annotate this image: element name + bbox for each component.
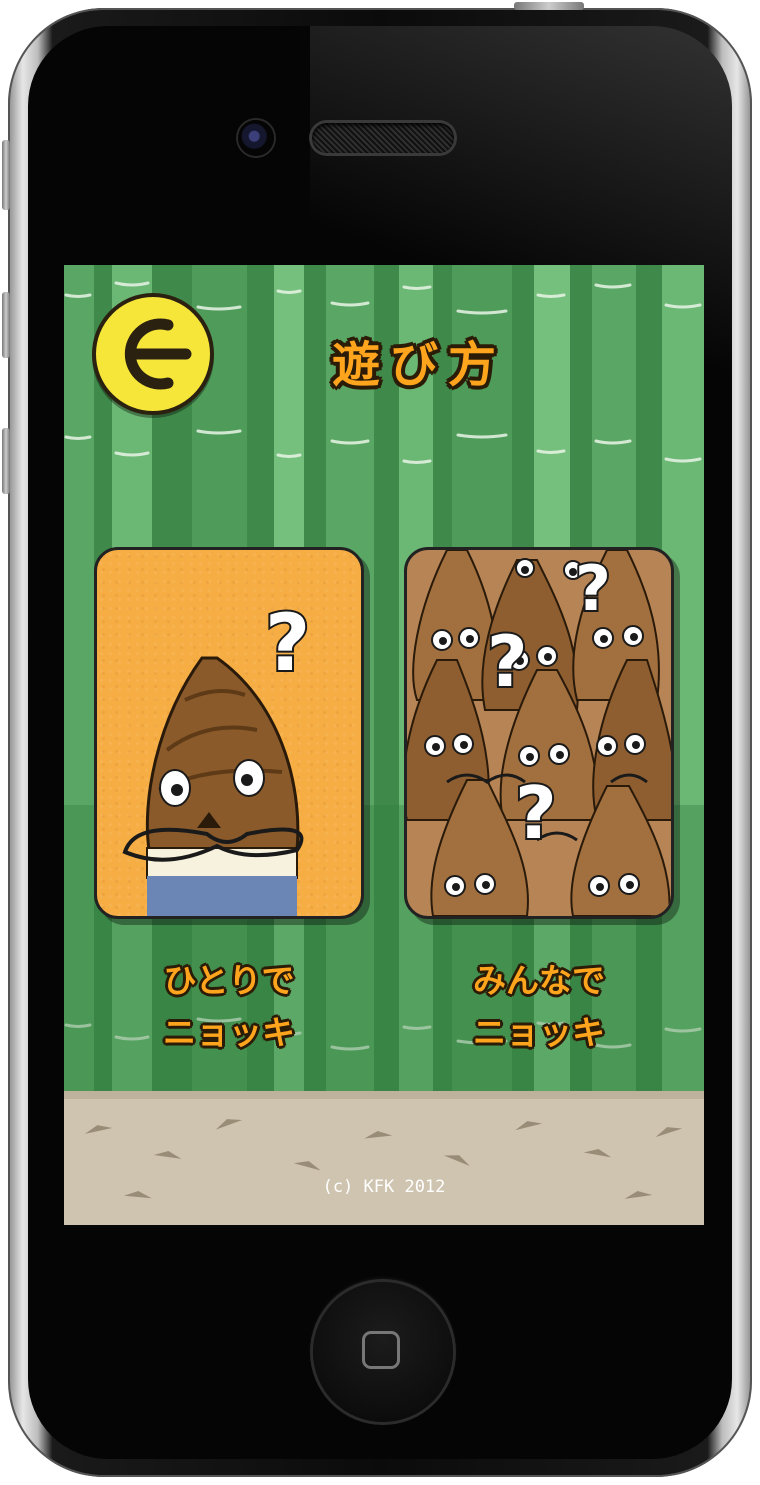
bamboo-shoot-character: ? <box>122 597 312 916</box>
page-title: 遊び方 <box>331 337 506 393</box>
ground-crack <box>653 1122 683 1138</box>
front-camera <box>238 120 274 156</box>
single-player-label-line1: ひとりで <box>163 961 295 1000</box>
volume-down-button <box>2 428 10 494</box>
back-button[interactable] <box>92 293 214 415</box>
ground-crack <box>293 1157 323 1171</box>
ground-crack <box>363 1129 393 1139</box>
copyright-text: (c) KFK 2012 <box>322 1177 446 1197</box>
multiplayer-label[interactable]: みんなで ニョッキ <box>404 955 674 1059</box>
home-button[interactable] <box>313 1282 453 1422</box>
earpiece-speaker <box>312 123 454 153</box>
volume-up-button <box>2 292 10 358</box>
single-player-label-line2: ニョッキ <box>163 1013 295 1052</box>
question-mark-icon: ? <box>265 599 310 689</box>
ground-crack <box>213 1114 243 1130</box>
single-player-card[interactable]: ? <box>94 547 364 919</box>
question-mark-icon: ? <box>575 552 611 625</box>
question-mark-icon: ? <box>515 771 557 855</box>
ground <box>64 1091 704 1225</box>
ground-crack <box>583 1146 613 1158</box>
power-button <box>514 2 584 10</box>
ground-crack <box>83 1122 113 1134</box>
multiplayer-label-line2: ニョッキ <box>473 1013 605 1052</box>
home-square-icon <box>362 1331 400 1369</box>
app-screen: 遊び方 ? ? ? ? ひとりで ニョッキ みんなで ニョッキ (c) KFK … <box>64 265 704 1225</box>
multiplayer-card[interactable]: ? ? ? <box>404 547 674 919</box>
bamboo-shoot-crowd: ? ? ? <box>407 550 671 916</box>
silent-switch <box>2 140 10 210</box>
single-player-label[interactable]: ひとりで ニョッキ <box>94 955 364 1059</box>
multiplayer-label-line1: みんなで <box>473 961 605 1000</box>
left-arrow-icon <box>124 318 192 390</box>
ground-crack <box>153 1149 183 1159</box>
ground-edge <box>64 1091 704 1099</box>
ground-crack <box>443 1149 473 1167</box>
question-mark-icon: ? <box>487 621 528 703</box>
ground-crack <box>513 1117 543 1131</box>
